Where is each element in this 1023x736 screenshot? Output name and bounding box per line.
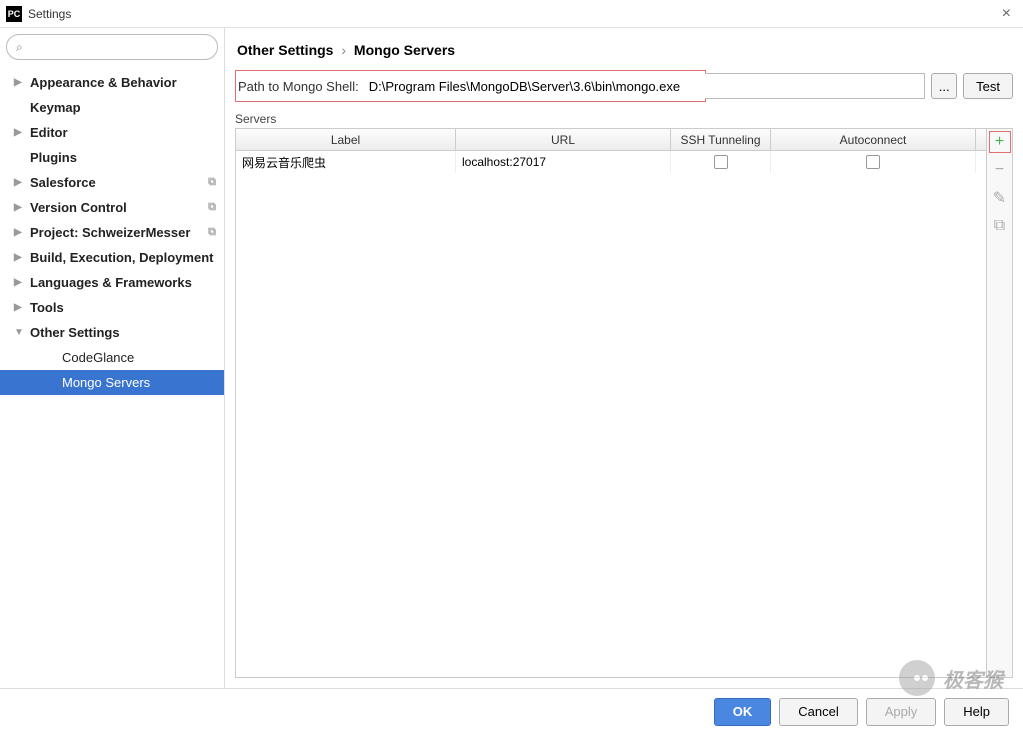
expand-arrow-icon: ▶ [14, 227, 26, 238]
cell-autoconnect [771, 151, 976, 173]
path-label: Path to Mongo Shell: [238, 79, 363, 94]
servers-table-body: 网易云音乐爬虫localhost:27017 [236, 151, 986, 677]
settings-content: Other Settings › Mongo Servers Path to M… [225, 28, 1023, 688]
breadcrumb: Other Settings › Mongo Servers [235, 42, 1013, 58]
sidebar-item-languages-frameworks[interactable]: ▶ Languages & Frameworks [0, 270, 224, 295]
cell-url: localhost:27017 [456, 151, 671, 173]
sidebar-item-label: Editor [30, 125, 68, 140]
sidebar-item-codeglance[interactable]: CodeGlance [0, 345, 224, 370]
expand-arrow-icon: ▼ [14, 327, 26, 338]
search-input[interactable] [6, 34, 218, 60]
cell-label: 网易云音乐爬虫 [236, 151, 456, 173]
add-server-button[interactable]: + [989, 131, 1011, 153]
ssh-checkbox[interactable] [714, 155, 728, 169]
col-url[interactable]: URL [456, 129, 671, 150]
expand-arrow-icon: ▶ [14, 127, 26, 138]
copy-icon: ⧉ [208, 176, 216, 189]
ok-button[interactable]: OK [714, 698, 772, 726]
sidebar-item-salesforce[interactable]: ▶ Salesforce ⧉ [0, 170, 224, 195]
settings-tree: ▶ Appearance & Behavior Keymap ▶ Editor Plugi… [0, 66, 224, 688]
sidebar-item-label: Other Settings [30, 325, 120, 340]
servers-panel: Label URL SSH Tunneling Autoconnect 网易云音… [235, 128, 1013, 678]
sidebar-item-label: Tools [30, 300, 64, 315]
copy-icon: ⧉ [208, 226, 216, 239]
sidebar-item-label: Languages & Frameworks [30, 275, 192, 290]
sidebar-item-label: Build, Execution, Deployment [30, 250, 213, 265]
sidebar-item-project-schweizermesser[interactable]: ▶ Project: SchweizerMesser ⧉ [0, 220, 224, 245]
servers-table-header: Label URL SSH Tunneling Autoconnect [236, 129, 986, 151]
window-title: Settings [28, 7, 71, 21]
servers-toolbar: + − ✎ ⧉ [986, 129, 1012, 677]
expand-arrow-icon: ▶ [14, 77, 26, 88]
sidebar-item-label: Plugins [30, 150, 77, 165]
autoconnect-checkbox[interactable] [866, 155, 880, 169]
close-button[interactable]: × [996, 5, 1017, 23]
sidebar-item-plugins[interactable]: Plugins [0, 145, 224, 170]
col-label[interactable]: Label [236, 129, 456, 150]
sidebar-item-build-execution-deployment[interactable]: ▶ Build, Execution, Deployment [0, 245, 224, 270]
apply-button[interactable]: Apply [866, 698, 937, 726]
sidebar-item-label: Salesforce [30, 175, 96, 190]
sidebar-item-appearance-behavior[interactable]: ▶ Appearance & Behavior [0, 70, 224, 95]
expand-arrow-icon: ▶ [14, 277, 26, 288]
copy-server-button[interactable]: ⧉ [989, 215, 1011, 237]
sidebar-item-label: Appearance & Behavior [30, 75, 177, 90]
table-row[interactable]: 网易云音乐爬虫localhost:27017 [236, 151, 986, 173]
browse-button[interactable]: ... [931, 73, 957, 99]
mongo-shell-path-input[interactable] [363, 73, 703, 99]
edit-server-button[interactable]: ✎ [989, 187, 1011, 209]
sidebar-item-editor[interactable]: ▶ Editor [0, 120, 224, 145]
sidebar-item-label: CodeGlance [62, 350, 134, 365]
help-button[interactable]: Help [944, 698, 1009, 726]
sidebar-item-keymap[interactable]: Keymap [0, 95, 224, 120]
expand-arrow-icon: ▶ [14, 177, 26, 188]
copy-icon: ⧉ [208, 201, 216, 214]
breadcrumb-current: Mongo Servers [354, 42, 455, 58]
cell-ssh [671, 151, 771, 173]
expand-arrow-icon: ▶ [14, 252, 26, 263]
mongo-shell-path-input-ext[interactable] [705, 73, 925, 99]
sidebar-item-tools[interactable]: ▶ Tools [0, 295, 224, 320]
expand-arrow-icon: ▶ [14, 302, 26, 313]
settings-sidebar: ⌕ ▶Appearance & BehaviorKeymap▶EditorPlu… [0, 28, 225, 688]
remove-server-button[interactable]: − [989, 159, 1011, 181]
sidebar-item-mongo-servers[interactable]: Mongo Servers [0, 370, 224, 395]
breadcrumb-separator: › [341, 42, 346, 58]
servers-label: Servers [235, 112, 1013, 126]
app-icon: PC [6, 6, 22, 22]
sidebar-item-other-settings[interactable]: ▼ Other Settings [0, 320, 224, 345]
test-button[interactable]: Test [963, 73, 1013, 99]
sidebar-item-label: Version Control [30, 200, 127, 215]
dialog-buttons: OK Cancel Apply Help [0, 688, 1023, 734]
cancel-button[interactable]: Cancel [779, 698, 857, 726]
sidebar-item-version-control[interactable]: ▶ Version Control ⧉ [0, 195, 224, 220]
titlebar: PC Settings × [0, 0, 1023, 28]
col-autoconnect[interactable]: Autoconnect [771, 129, 976, 150]
sidebar-item-label: Mongo Servers [62, 375, 150, 390]
sidebar-item-label: Keymap [30, 100, 81, 115]
expand-arrow-icon: ▶ [14, 202, 26, 213]
breadcrumb-parent[interactable]: Other Settings [237, 42, 333, 58]
sidebar-item-label: Project: SchweizerMesser [30, 225, 190, 240]
col-ssh[interactable]: SSH Tunneling [671, 129, 771, 150]
